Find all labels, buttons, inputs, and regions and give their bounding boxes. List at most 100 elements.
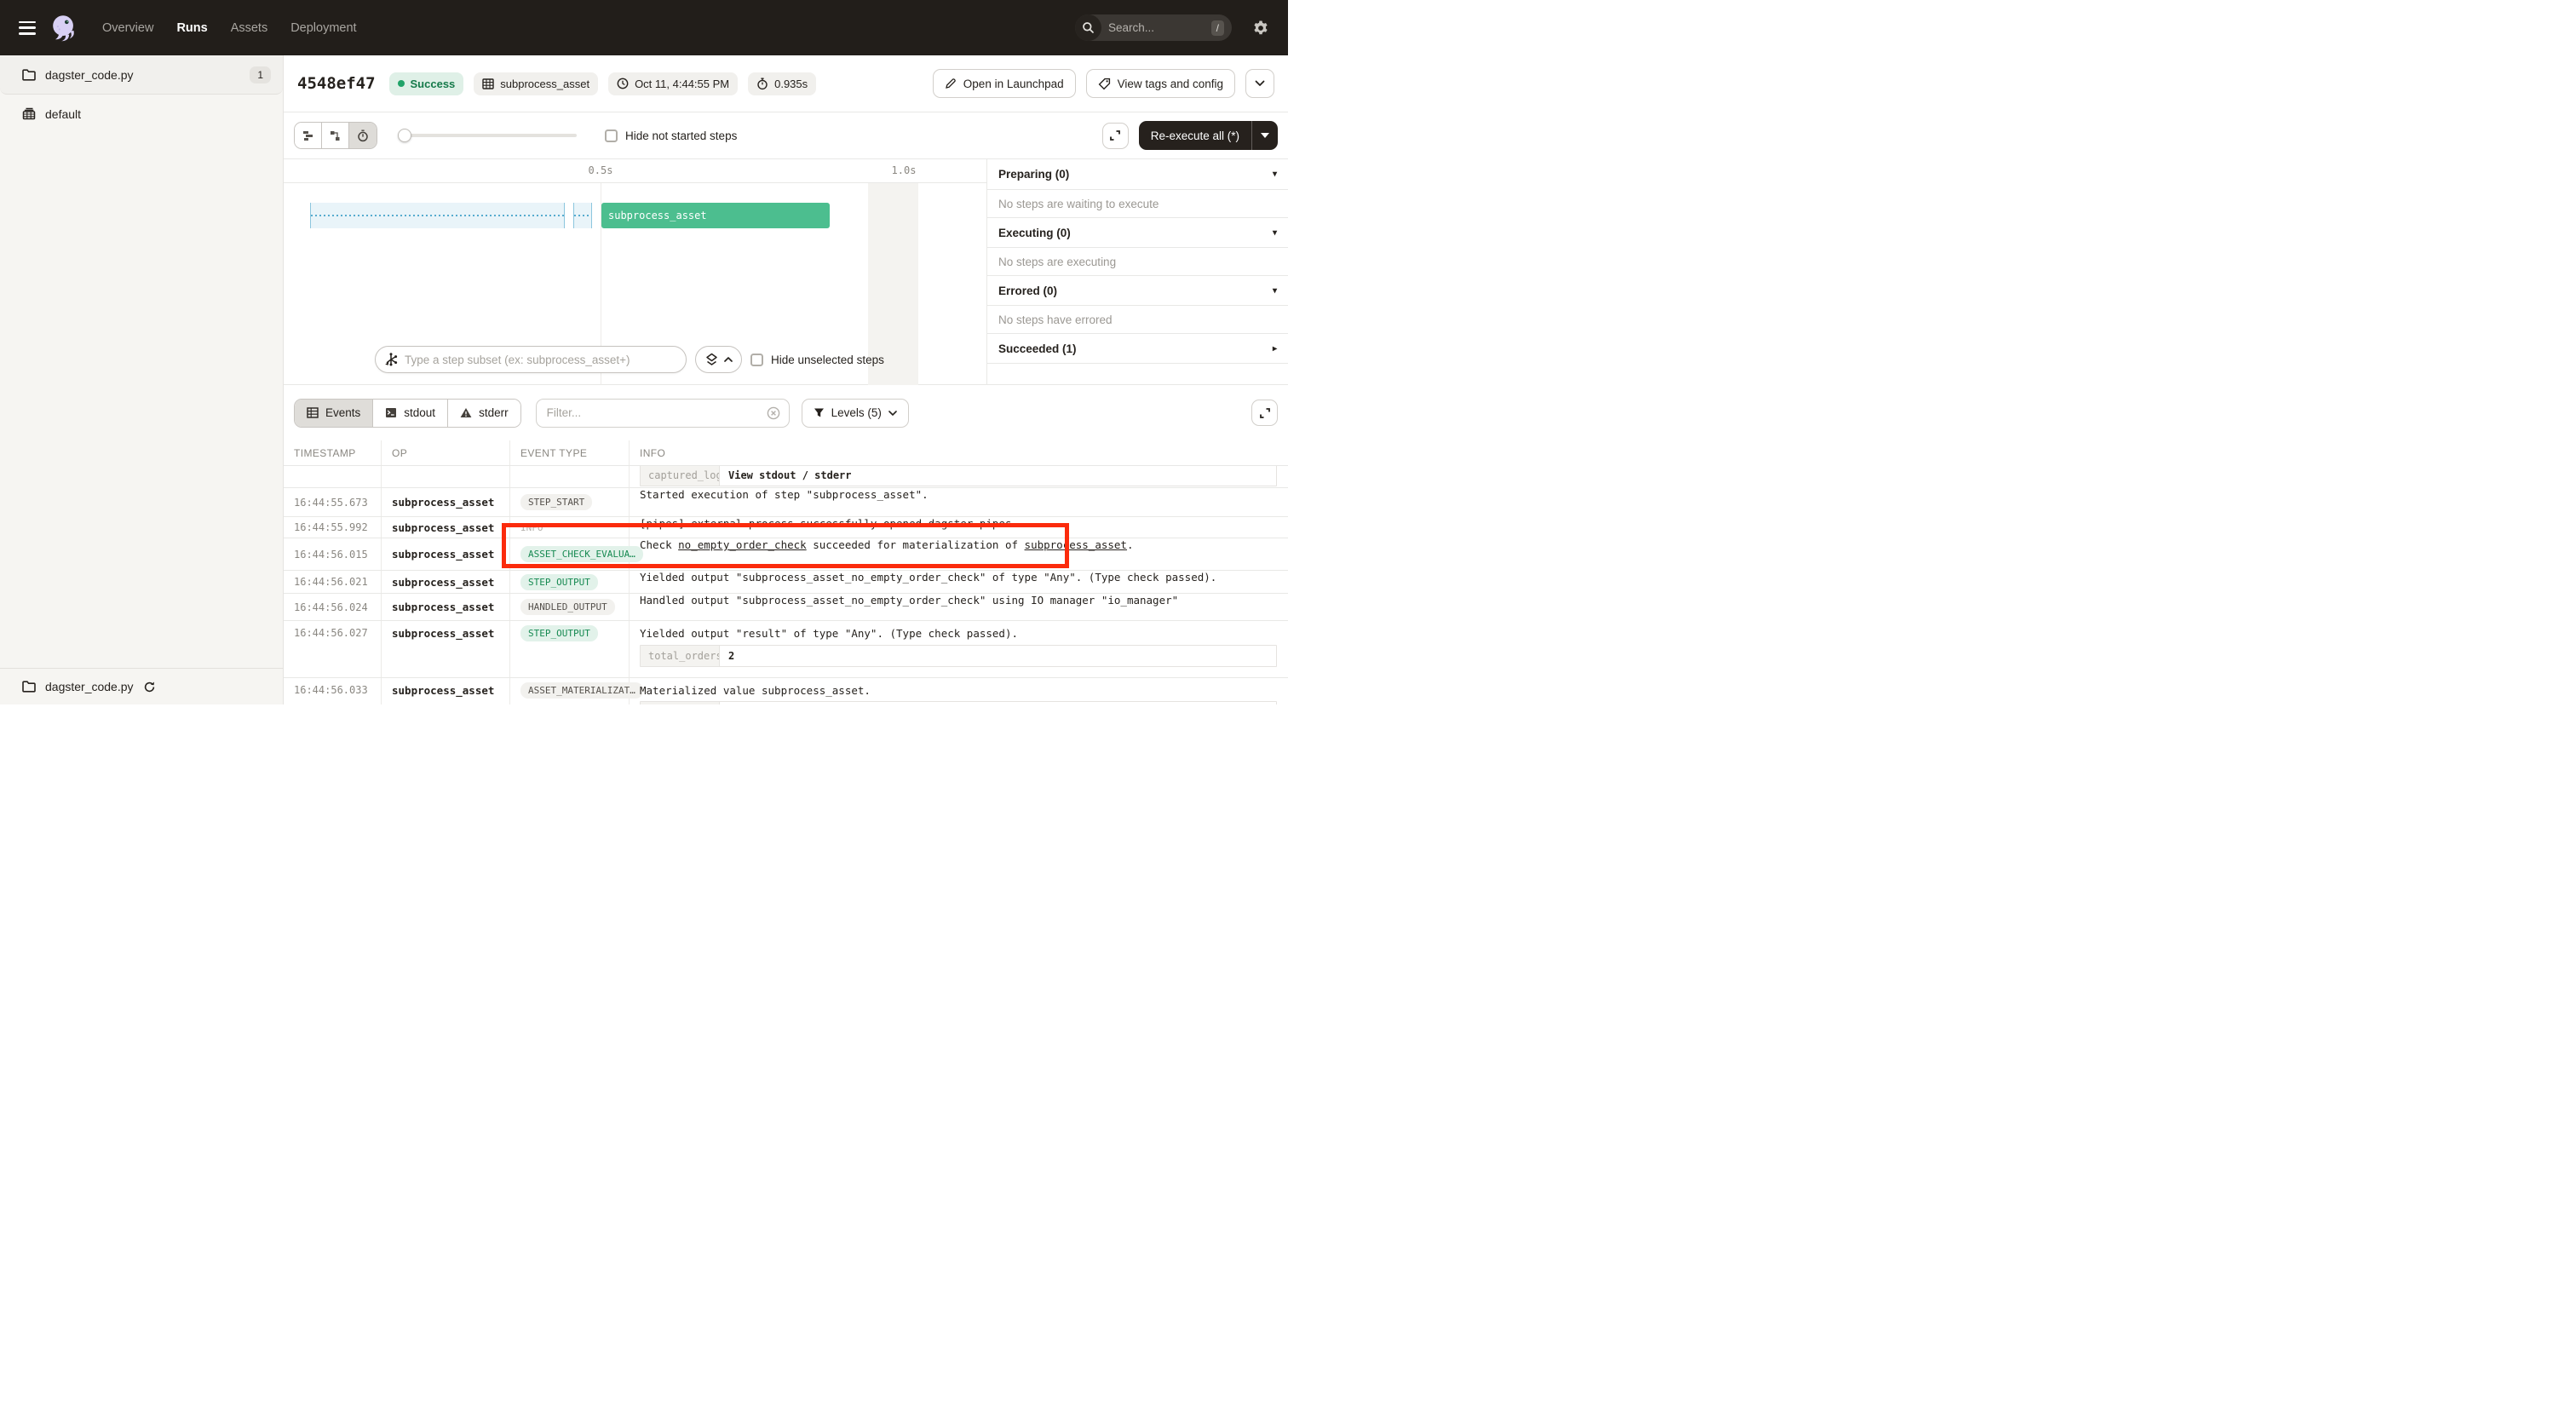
search-icon	[1075, 14, 1101, 41]
footer-workspace-name: dagster_code.py	[45, 680, 134, 693]
flat-view-icon[interactable]	[295, 123, 322, 148]
log-view-tabs: Events stdout stderr	[294, 399, 521, 428]
gantt-region: 0.5s 1.0s subprocess_asset Type a step s…	[284, 159, 1288, 385]
expand-icon	[1259, 407, 1271, 419]
event-log-table: TIMESTAMP OP EVENT TYPE INFO captured_lo…	[284, 440, 1288, 704]
log-info-cell: Handled output "subprocess_asset_no_empt…	[630, 594, 1288, 620]
reexecute-all-button[interactable]: Re-execute all (*)	[1139, 121, 1278, 150]
log-info-cell: Yielded output "subprocess_asset_no_empt…	[630, 571, 1288, 593]
settings-gear-icon[interactable]	[1252, 20, 1269, 37]
nav-item-overview[interactable]: Overview	[102, 21, 153, 35]
sidebar-item-workspace[interactable]: dagster_code.py 1	[0, 55, 283, 95]
clear-filter-icon[interactable]	[767, 406, 780, 420]
funnel-icon	[814, 407, 825, 418]
timed-view-icon[interactable]	[349, 123, 377, 148]
duration-pill: 0.935s	[748, 72, 816, 95]
log-timestamp[interactable]: 16:44:56.027	[294, 627, 368, 639]
section-empty-message: No steps are executing	[987, 248, 1288, 276]
start-time-pill: Oct 11, 4:44:55 PM	[608, 72, 738, 95]
run-detail-main: 4548ef47 Success subprocess_asset Oct 11…	[284, 55, 1288, 704]
log-info-cell: Materialized value subprocess_asset.	[630, 678, 1288, 704]
hide-unselected-checkbox[interactable]: Hide unselected steps	[750, 354, 884, 366]
gantt-view-mode-toggle	[294, 122, 377, 149]
log-op-name: subprocess_asset	[392, 576, 494, 589]
section-title: Preparing (0)	[998, 168, 1069, 181]
log-info-cell: Started execution of step "subprocess_as…	[630, 488, 1288, 516]
log-row: 16:44:56.024subprocess_assetHANDLED_OUTP…	[284, 594, 1288, 621]
tab-events[interactable]: Events	[295, 400, 373, 427]
layers-icon	[705, 353, 718, 366]
nav-item-runs[interactable]: Runs	[176, 21, 207, 35]
expand-icon	[1109, 129, 1121, 141]
section-empty-message: No steps have errored	[987, 306, 1288, 334]
log-info-link[interactable]: subprocess_asset	[1025, 538, 1127, 551]
graph-query-toggle-button[interactable]	[695, 346, 742, 373]
section-title: Succeeded (1)	[998, 342, 1077, 355]
reload-icon[interactable]	[143, 681, 156, 693]
gantt-chart: 0.5s 1.0s subprocess_asset Type a step s…	[284, 159, 986, 385]
view-tags-config-button[interactable]: View tags and config	[1086, 69, 1235, 98]
terminal-icon	[385, 407, 397, 418]
expand-logs-button[interactable]	[1251, 400, 1278, 426]
event-type-badge: ASSET_CHECK_EVALUA…	[520, 546, 643, 562]
status-badge: Success	[389, 72, 464, 95]
zoom-slider[interactable]	[400, 134, 577, 137]
log-timestamp[interactable]: 16:44:56.015	[294, 549, 368, 561]
pencil-icon	[945, 78, 957, 89]
hamburger-menu-icon[interactable]	[19, 21, 36, 35]
asset-group-icon	[22, 107, 36, 120]
workspace-name: dagster_code.py	[45, 68, 134, 82]
filter-placeholder: Filter...	[547, 406, 767, 419]
caret-down-icon: ▾	[1273, 228, 1277, 238]
log-op-name: subprocess_asset	[392, 496, 494, 509]
event-type-badge: STEP_OUTPUT	[520, 625, 598, 641]
group-name: default	[45, 107, 81, 121]
gantt-bar-subprocess-asset[interactable]: subprocess_asset	[601, 203, 830, 228]
sidebar-item-default-group[interactable]: default	[0, 95, 283, 133]
run-actions-chevron-button[interactable]	[1245, 69, 1274, 98]
caret-down-icon	[1261, 133, 1269, 138]
metadata-value[interactable]: View stdout / stderr	[720, 466, 1276, 486]
tab-stdout[interactable]: stdout	[373, 400, 448, 427]
levels-filter-button[interactable]: Levels (5)	[802, 399, 909, 428]
log-filter-input[interactable]: Filter...	[536, 399, 790, 428]
log-op-name: subprocess_asset	[392, 684, 494, 697]
log-timestamp[interactable]: 16:44:56.033	[294, 684, 368, 696]
caret-down-icon: ▾	[1273, 170, 1277, 179]
dagster-logo[interactable]	[48, 12, 80, 44]
step-subset-row: Type a step subset (ex: subprocess_asset…	[375, 346, 884, 373]
expand-gantt-button[interactable]	[1102, 123, 1129, 149]
zoom-slider-thumb[interactable]	[398, 129, 411, 142]
status-dot-icon	[398, 80, 405, 87]
nav-item-assets[interactable]: Assets	[231, 21, 268, 35]
section-empty-message: No steps are waiting to execute	[987, 190, 1288, 218]
open-in-launchpad-button[interactable]: Open in Launchpad	[933, 69, 1076, 98]
log-timestamp[interactable]: 16:44:56.021	[294, 576, 368, 588]
search-shortcut-key: /	[1211, 20, 1224, 36]
col-header-timestamp: TIMESTAMP	[284, 440, 382, 465]
search-input[interactable]: Search... /	[1075, 14, 1232, 41]
step-status-section-header[interactable]: Succeeded (1)▸	[987, 334, 1288, 364]
step-status-section-header[interactable]: Errored (0)▾	[987, 276, 1288, 306]
asset-tag-pill[interactable]: subprocess_asset	[474, 72, 598, 95]
nav-item-deployment[interactable]: Deployment	[290, 21, 356, 35]
waterfall-view-icon[interactable]	[322, 123, 349, 148]
step-status-section-header[interactable]: Preparing (0) ▾	[987, 159, 1288, 190]
top-nav: Overview Runs Assets Deployment Search..…	[0, 0, 1288, 55]
log-row: 16:44:56.021 subprocess_asset STEP_OUTPUT Y…	[284, 571, 1288, 594]
log-timestamp[interactable]: 16:44:56.024	[294, 601, 368, 613]
step-subset-input[interactable]: Type a step subset (ex: subprocess_asset…	[375, 346, 687, 373]
hide-not-started-checkbox[interactable]: Hide not started steps	[605, 129, 737, 142]
tab-stderr[interactable]: stderr	[448, 400, 520, 427]
step-status-section-header[interactable]: Executing (0)▾	[987, 218, 1288, 248]
log-info-cell: captured_logsView stdout / stderr	[630, 466, 1288, 487]
log-row: 16:44:55.992subprocess_assetINFO[pipes] …	[284, 517, 1288, 538]
log-timestamp[interactable]: 16:44:55.673	[294, 497, 368, 509]
event-type-badge: STEP_OUTPUT	[520, 574, 598, 590]
col-header-event-type: EVENT TYPE	[510, 440, 630, 465]
sidebar-footer: dagster_code.py	[0, 668, 284, 704]
log-info-link[interactable]: no_empty_order_check	[678, 538, 807, 551]
reexecute-dropdown-caret[interactable]	[1252, 133, 1278, 138]
log-timestamp[interactable]: 16:44:55.992	[294, 521, 368, 533]
log-op-name: subprocess_asset	[392, 601, 494, 613]
